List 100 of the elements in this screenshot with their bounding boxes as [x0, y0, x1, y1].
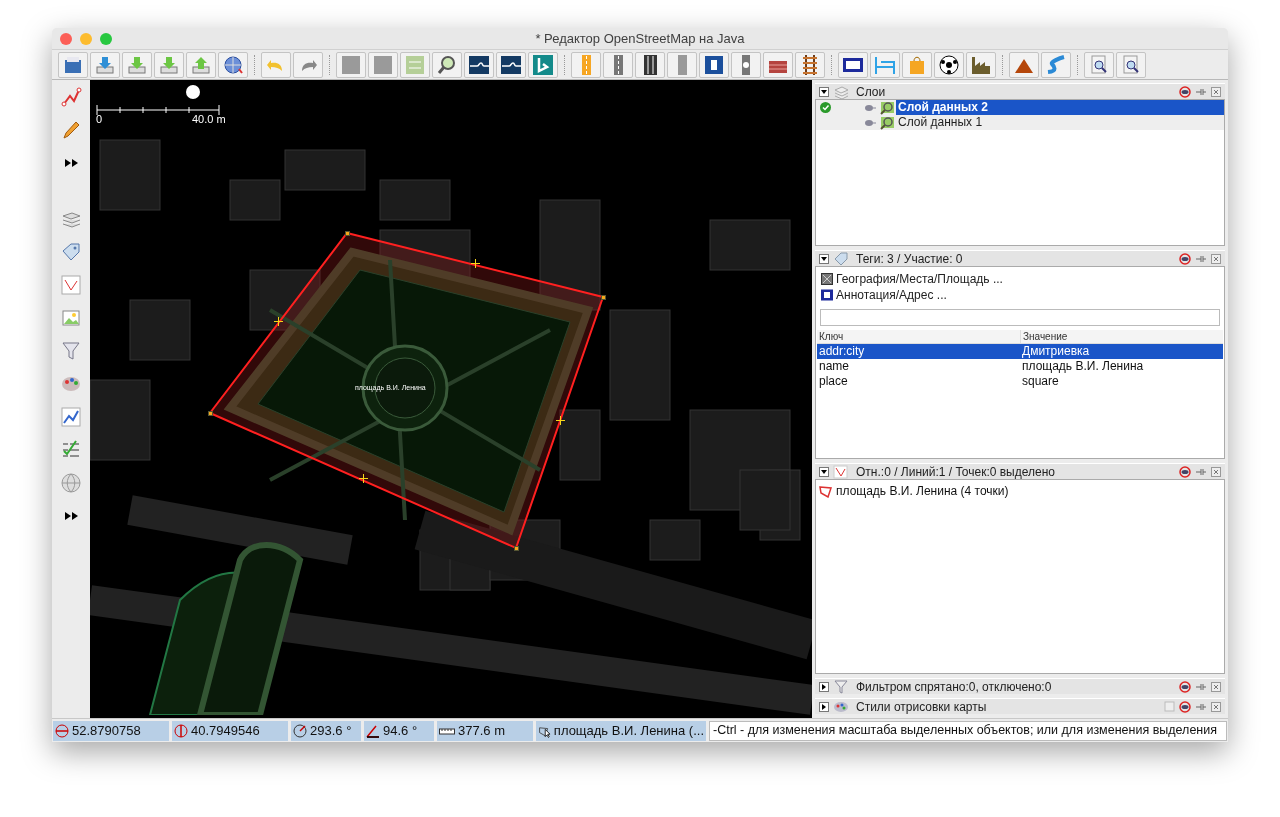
- soccer-ball-icon: [938, 53, 960, 76]
- hidden-eye-icon[interactable]: [1179, 85, 1191, 98]
- river-button[interactable]: [1041, 51, 1071, 78]
- parking-button[interactable]: [699, 51, 729, 78]
- column-header[interactable]: Значение: [1020, 330, 1223, 343]
- selection-item[interactable]: площадь В.И. Ленина (4 точки): [836, 481, 1009, 500]
- panel-title: Стили отрисовки карты: [855, 698, 988, 716]
- close-icon[interactable]: [1211, 466, 1221, 477]
- longitude-icon: [174, 723, 188, 738]
- node-marker[interactable]: [345, 231, 350, 236]
- download-button[interactable]: [122, 51, 152, 78]
- midpoint-marker[interactable]: [274, 317, 283, 326]
- window-title: * Редактор OpenStreetMap на Java: [535, 29, 745, 48]
- road-button[interactable]: [635, 51, 665, 78]
- close-icon[interactable]: [1211, 253, 1221, 264]
- zoom-document-button[interactable]: [1084, 51, 1114, 78]
- pin-icon[interactable]: [1195, 466, 1207, 477]
- factory-button[interactable]: [966, 51, 996, 78]
- search-icon: [436, 53, 458, 76]
- status-length: 377.6 m: [458, 721, 505, 740]
- angle-icon: [366, 723, 380, 738]
- status-hint: -Ctrl - для изменения масштаба выделенных объектов; или для изменения выделения: [709, 720, 1227, 741]
- hidden-eye-icon[interactable]: [1179, 680, 1191, 693]
- heading-icon: [293, 723, 307, 738]
- pin-icon[interactable]: [1195, 701, 1207, 712]
- close-icon[interactable]: [1211, 701, 1221, 712]
- node-marker[interactable]: [514, 546, 519, 551]
- redo-button[interactable]: [293, 51, 323, 78]
- panel-title: Теги: 3 / Участие: 0: [855, 250, 964, 268]
- blank-tile-icon: [340, 53, 362, 76]
- river-icon: [1045, 53, 1067, 76]
- parking-icon: [703, 53, 725, 76]
- b-logo-button[interactable]: [528, 51, 558, 78]
- tag-search-field[interactable]: [820, 309, 1220, 326]
- collapse-toggle[interactable]: [819, 253, 829, 264]
- status-longitude: 40.7949546: [191, 721, 260, 740]
- zoom-document-button[interactable]: [1116, 51, 1146, 78]
- hidden-eye-icon[interactable]: [1179, 700, 1191, 713]
- expand-toggle[interactable]: [819, 701, 829, 712]
- globe-button[interactable]: [218, 51, 248, 78]
- palette-icon: [833, 699, 849, 714]
- preset-link[interactable]: Аннотация/Адрес ...: [836, 286, 947, 304]
- blank-tile-button[interactable]: [336, 51, 366, 78]
- wave-line-button[interactable]: [496, 51, 526, 78]
- blank-tile-button[interactable]: [368, 51, 398, 78]
- panel-title: Фильтром спрятано:0, отключено:0: [855, 678, 1053, 696]
- globe-icon[interactable]: [60, 472, 82, 494]
- collapse-toggle[interactable]: [819, 86, 829, 97]
- visibility-eye-icon[interactable]: [864, 102, 876, 113]
- tag-key: name: [817, 359, 1020, 374]
- ruler-icon: [439, 725, 455, 736]
- mountain-button[interactable]: [1009, 51, 1039, 78]
- open-folder-button[interactable]: [58, 51, 88, 78]
- preset-link[interactable]: География/Места/Площадь ...: [836, 270, 1003, 288]
- traffic-light-button[interactable]: [731, 51, 761, 78]
- status-selection: площадь В.И. Ленина (...: [553, 721, 704, 740]
- column-header[interactable]: Ключ: [817, 330, 1020, 343]
- number-sign-button[interactable]: [838, 51, 868, 78]
- map-layer-icon: [880, 115, 896, 130]
- download-button[interactable]: [154, 51, 184, 78]
- map-layer-icon: [880, 100, 896, 115]
- layer-item[interactable]: Слой данных 2: [896, 100, 1224, 115]
- visibility-eye-icon[interactable]: [864, 117, 876, 128]
- pin-icon[interactable]: [1195, 681, 1207, 692]
- address-icon: [821, 289, 833, 301]
- close-icon[interactable]: [1211, 86, 1221, 97]
- route-icon[interactable]: [60, 86, 82, 108]
- tag-key: place: [817, 374, 1020, 389]
- blank-tile-icon: [372, 53, 394, 76]
- pin-icon[interactable]: [1195, 253, 1207, 264]
- midpoint-marker[interactable]: [359, 474, 368, 483]
- close-icon[interactable]: [60, 32, 72, 45]
- search-button[interactable]: [432, 51, 462, 78]
- preset-icon: [821, 273, 833, 285]
- tag-key: addr:city: [817, 344, 1020, 359]
- hidden-eye-icon[interactable]: [1179, 465, 1191, 478]
- scale-label: 40.0 m: [192, 114, 226, 125]
- hidden-eye-icon[interactable]: [1179, 252, 1191, 265]
- download-button[interactable]: [90, 51, 120, 78]
- scale-label: 0: [96, 114, 103, 125]
- midpoint-marker[interactable]: [471, 259, 480, 268]
- filter-icon[interactable]: [60, 340, 82, 362]
- node-marker[interactable]: [208, 411, 213, 416]
- pencil-icon[interactable]: [60, 119, 82, 141]
- expand-toggle[interactable]: [819, 681, 829, 692]
- pin-icon[interactable]: [1195, 86, 1207, 97]
- wave-line-button[interactable]: [464, 51, 494, 78]
- close-icon[interactable]: [1211, 681, 1221, 692]
- chart-icon[interactable]: [60, 406, 82, 428]
- area-icon: [818, 483, 834, 498]
- collapse-toggle[interactable]: [819, 466, 829, 477]
- soccer-ball-button[interactable]: [934, 51, 964, 78]
- railway-button[interactable]: [795, 51, 825, 78]
- imagery-icon: [404, 53, 426, 76]
- nodes-icon[interactable]: [60, 274, 82, 296]
- node-marker[interactable]: [601, 295, 606, 300]
- midpoint-marker[interactable]: [556, 416, 565, 425]
- tag-icon[interactable]: [60, 241, 82, 263]
- zoom-handle[interactable]: [186, 85, 200, 99]
- brick-wall-button[interactable]: [763, 51, 793, 78]
